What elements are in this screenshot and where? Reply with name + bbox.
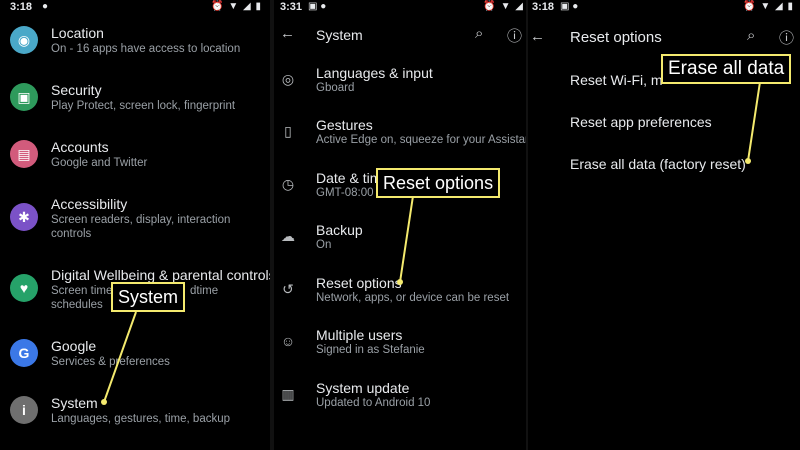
callout-reset-options: Reset options <box>376 168 501 198</box>
item-title: Google <box>51 338 97 354</box>
item-title: System <box>51 395 98 411</box>
item-subtitle: Network, apps, or device can be reset <box>316 292 510 304</box>
item-title: Languages & input <box>316 65 433 81</box>
history-icon: ↺ <box>282 281 294 297</box>
status-bar: 3:18 ● ⏰ ▼ ◢ ▮ <box>0 0 270 16</box>
google-icon: G <box>10 339 38 367</box>
item-title: System update <box>316 380 410 396</box>
status-icons: ⏰ ▼ ◢ ▮ <box>211 1 262 12</box>
item-title: Backup <box>316 222 363 238</box>
callout-system: System <box>111 282 186 312</box>
globe-icon: ◎ <box>281 71 295 87</box>
item-title: Erase all data (factory reset) <box>570 156 746 172</box>
status-bar: 3:31 ▣ ● ⏰ ▼ ◢ <box>274 0 526 16</box>
page-title: Reset options <box>570 29 662 46</box>
item-subtitle: GMT-08:00 P <box>316 187 385 199</box>
status-time: 3:31 <box>280 1 303 13</box>
status-icons: ⏰ ▼ ◢ <box>483 1 524 12</box>
reset-app-preferences-item[interactable]: Reset app preferences <box>528 112 800 136</box>
status-bar: 3:18 ▣ ● ⏰ ▼ ◢ ▮ <box>528 0 800 16</box>
settings-item-location[interactable]: ◉ Location On - 16 apps have access to l… <box>0 24 270 64</box>
settings-panel-system: 3:31 ▣ ● ⏰ ▼ ◢ ← System ⌕ ⓘ ◎ Languages … <box>274 0 526 450</box>
item-title: Accounts <box>51 139 109 155</box>
info-icon: i <box>10 396 38 424</box>
settings-item-system[interactable]: i System Languages, gestures, time, back… <box>0 394 270 434</box>
search-icon[interactable]: ⌕ <box>475 25 483 42</box>
item-title: Reset app preferences <box>570 114 712 130</box>
cloud-backup-icon: ☁ <box>281 228 295 244</box>
item-subtitle: Languages, gestures, time, backup <box>51 413 231 425</box>
item-title: Location <box>51 25 104 41</box>
item-subtitle-tail: dtime <box>190 285 219 297</box>
notification-icon: ▣ ● <box>560 1 579 12</box>
settings-item-accessibility[interactable]: ✱ Accessibility Screen readers, display,… <box>0 195 270 243</box>
settings-item-security[interactable]: ▣ Security Play Protect, screen lock, fi… <box>0 81 270 121</box>
location-pin-icon: ◉ <box>10 26 38 54</box>
item-title: Date & tim <box>316 170 382 186</box>
item-title: Reset Wi-Fi, m <box>570 72 663 88</box>
item-subtitle: Google and Twitter <box>51 157 148 169</box>
item-subtitle-cont: controls <box>51 228 92 240</box>
search-icon[interactable]: ⌕ <box>747 27 755 44</box>
settings-item-accounts[interactable]: ▤ Accounts Google and Twitter <box>0 138 270 178</box>
back-arrow-icon[interactable]: ← <box>280 25 295 42</box>
callout-erase-all-data: Erase all data <box>661 54 792 84</box>
item-subtitle: On - 16 apps have access to location <box>51 43 241 55</box>
callout-dot-system <box>101 399 107 405</box>
help-icon[interactable]: ⓘ <box>779 27 794 48</box>
item-title: Security <box>51 82 102 98</box>
item-title: Accessibility <box>51 196 128 212</box>
item-subtitle: Active Edge on, squeeze for your Assista… <box>316 134 526 146</box>
help-icon[interactable]: ⓘ <box>507 25 522 46</box>
settings-panel-main: 3:18 ● ⏰ ▼ ◢ ▮ ◉ Location On - 16 apps h… <box>0 0 270 450</box>
settings-item-gestures[interactable]: ▯ Gestures Active Edge on, squeeze for y… <box>274 116 526 156</box>
clock-icon: ◷ <box>281 176 295 192</box>
settings-item-system-update[interactable]: ▥ System update Updated to Android 10 <box>274 379 526 419</box>
item-subtitle: Play Protect, screen lock, fingerprint <box>51 100 236 112</box>
notification-icon: ▣ ● <box>308 1 327 12</box>
callout-dot-reset <box>397 279 403 285</box>
status-icons: ⏰ ▼ ◢ ▮ <box>743 1 794 12</box>
item-subtitle: Screen readers, display, interaction <box>51 214 231 226</box>
callout-dot-erase <box>745 158 751 164</box>
item-subtitle: Screen time <box>51 285 113 297</box>
account-icon: ▤ <box>10 140 38 168</box>
settings-item-multiple-users[interactable]: ☺ Multiple users Signed in as Stefanie <box>274 326 526 366</box>
item-subtitle: Gboard <box>316 82 355 94</box>
person-icon: ☺ <box>280 333 296 349</box>
wellbeing-icon: ♥ <box>10 274 38 302</box>
item-subtitle: Signed in as Stefanie <box>316 344 425 356</box>
settings-item-backup[interactable]: ☁ Backup On <box>274 221 526 261</box>
gesture-phone-icon: ▯ <box>284 123 292 139</box>
settings-item-google[interactable]: G Google Services & preferences <box>0 337 270 377</box>
status-time: 3:18 <box>10 1 33 13</box>
item-subtitle: On <box>316 239 332 251</box>
erase-all-data-item[interactable]: Erase all data (factory reset) <box>528 154 800 178</box>
back-arrow-icon[interactable]: ← <box>530 28 545 45</box>
lock-icon: ▣ <box>10 83 38 111</box>
item-subtitle-cont: schedules <box>51 299 103 311</box>
status-time: 3:18 <box>532 1 555 13</box>
item-subtitle: Updated to Android 10 <box>316 397 431 409</box>
item-subtitle: Services & preferences <box>51 356 170 368</box>
settings-item-languages[interactable]: ◎ Languages & input Gboard <box>274 64 526 104</box>
page-title: System <box>316 27 363 43</box>
notification-icon: ● <box>42 1 49 12</box>
system-update-icon: ▥ <box>281 386 295 402</box>
item-title: Multiple users <box>316 327 403 343</box>
accessibility-icon: ✱ <box>10 203 38 231</box>
item-title: Digital Wellbeing & parental controls <box>51 267 270 283</box>
item-title: Gestures <box>316 117 373 133</box>
item-title: Reset options <box>316 275 402 291</box>
